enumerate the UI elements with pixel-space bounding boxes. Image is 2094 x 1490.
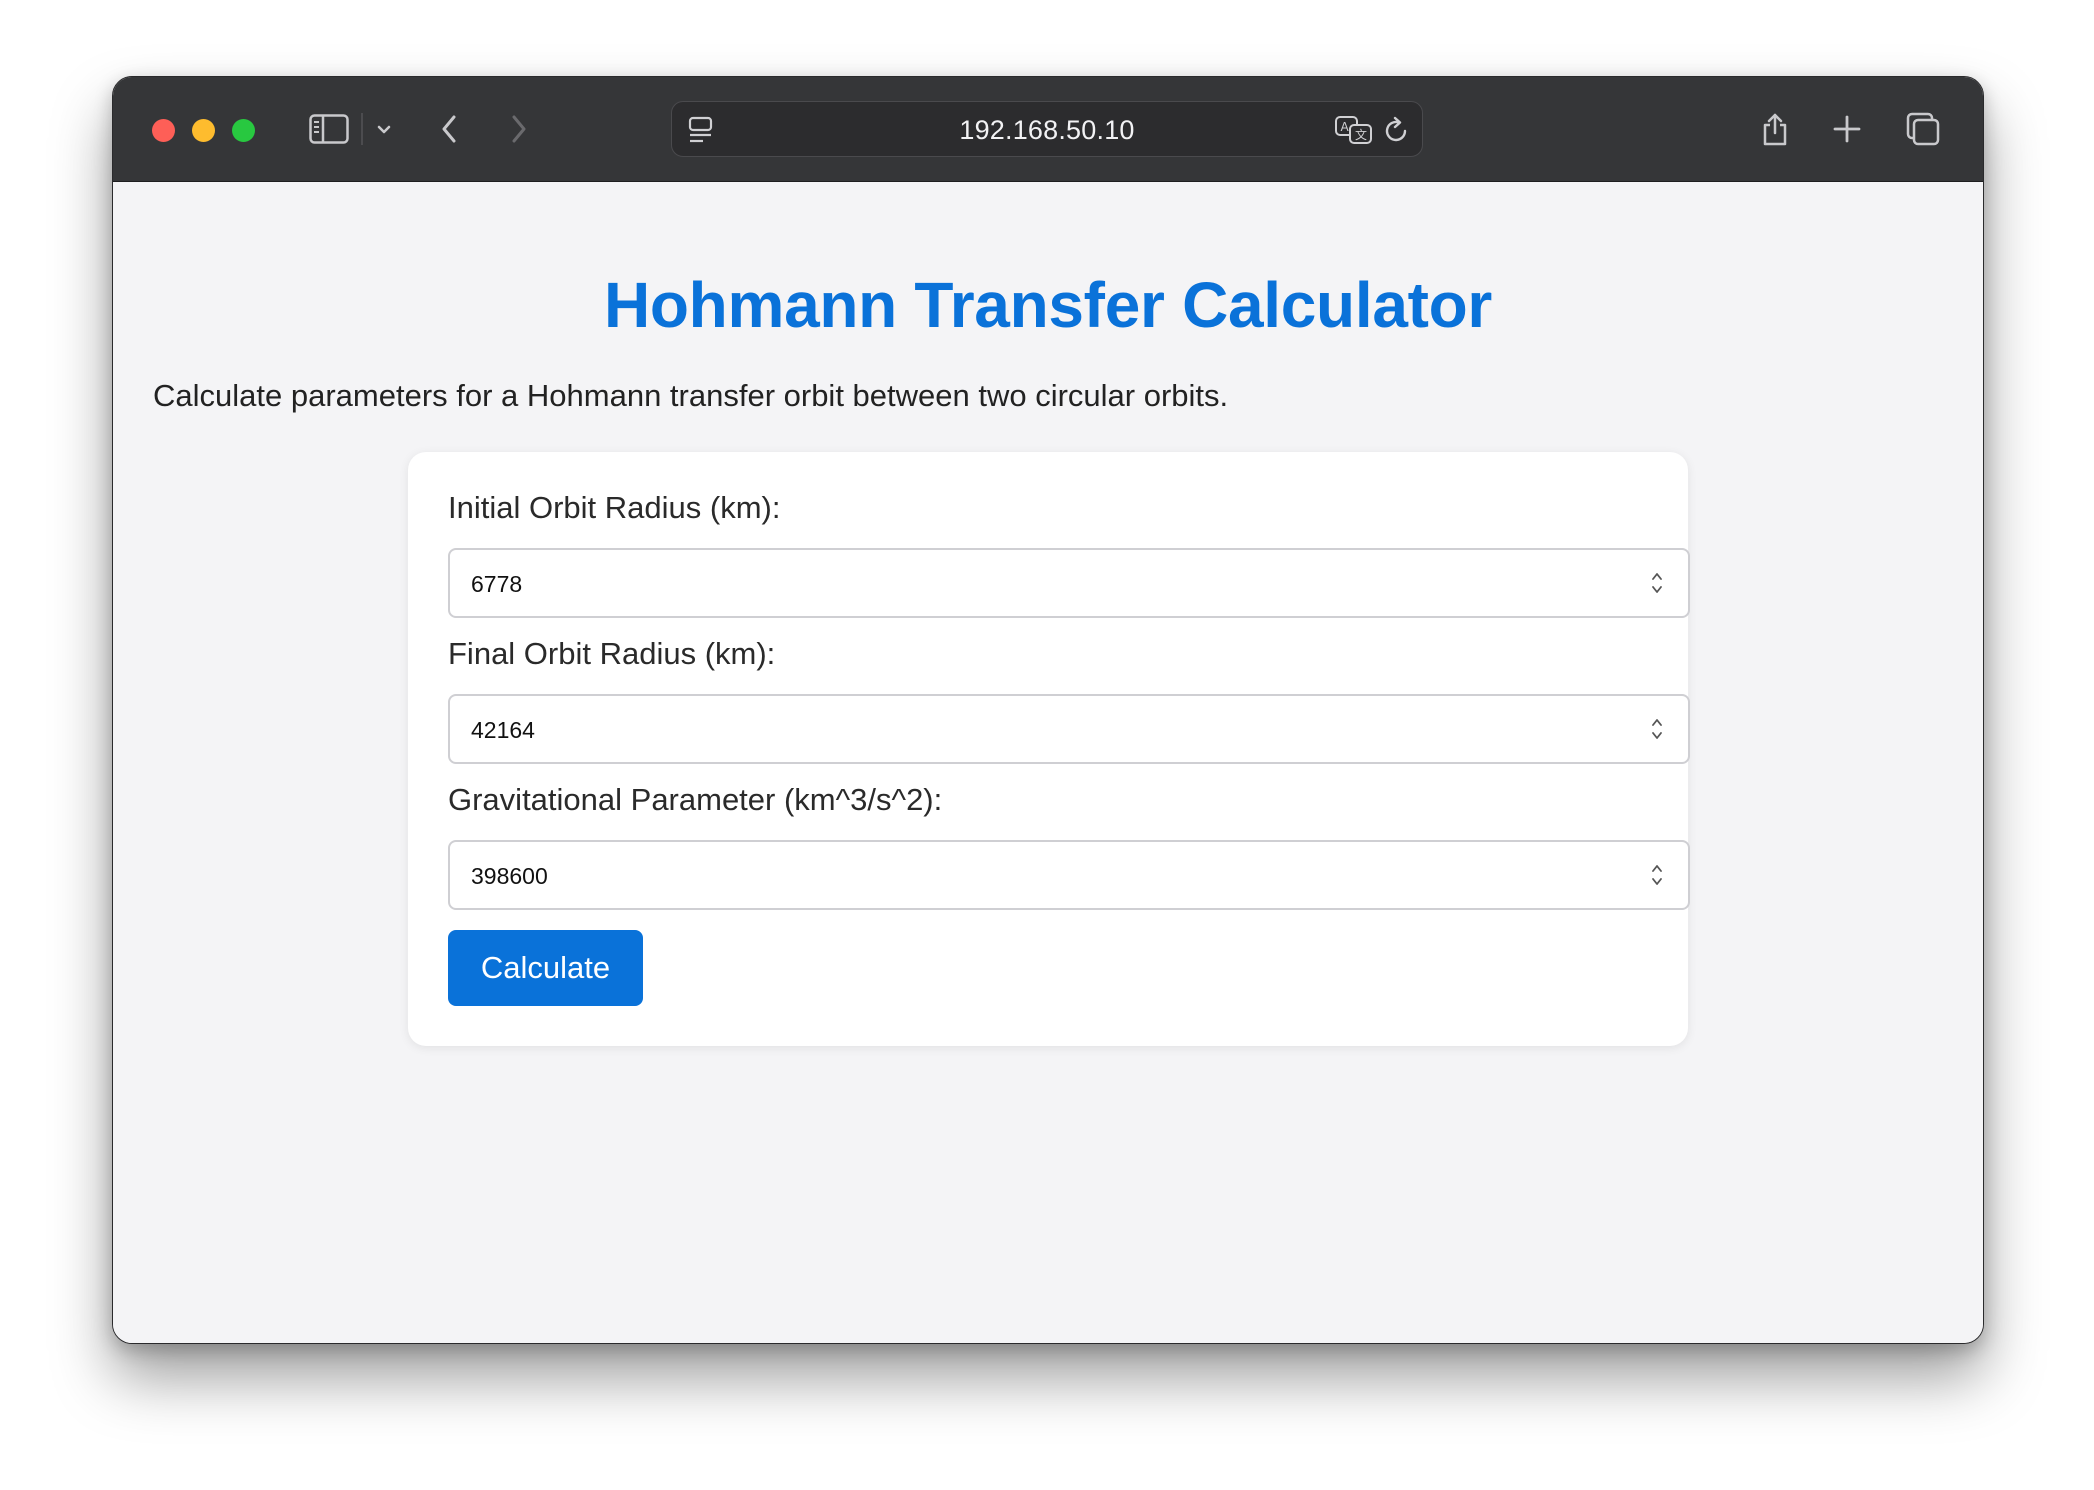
chevron-right-icon[interactable] [501, 109, 537, 149]
address-bar[interactable]: 192.168.50.10 A 文 [671, 101, 1423, 157]
calculator-form-card: Initial Orbit Radius (km): 6778 Final Or… [408, 452, 1690, 1046]
page-description: Calculate parameters for a Hohmann trans… [153, 378, 1229, 413]
zoom-window-button[interactable] [232, 119, 255, 142]
svg-text:A: A [1341, 120, 1350, 134]
url-text[interactable]: 192.168.50.10 [672, 115, 1422, 146]
share-icon[interactable] [1757, 105, 1793, 149]
initial-radius-label: Initial Orbit Radius (km): [448, 490, 781, 525]
browser-window: 192.168.50.10 A 文 Hohmann Transfer Calcu… [112, 76, 1984, 1344]
svg-text:文: 文 [1355, 127, 1367, 142]
stepper-arrows-icon[interactable] [1650, 568, 1664, 598]
final-radius-label: Final Orbit Radius (km): [448, 636, 776, 671]
grav-param-label: Gravitational Parameter (km^3/s^2): [448, 782, 943, 817]
final-radius-value[interactable]: 42164 [471, 717, 535, 744]
minimize-window-button[interactable] [192, 119, 215, 142]
chevron-down-icon[interactable] [369, 115, 399, 145]
stepper-arrows-icon[interactable] [1650, 860, 1664, 890]
calculate-button[interactable]: Calculate [448, 930, 643, 1006]
sidebar-toggle-icon[interactable] [307, 111, 351, 147]
reload-icon[interactable] [1380, 113, 1414, 147]
chevron-left-icon[interactable] [431, 109, 467, 149]
close-window-button[interactable] [152, 119, 175, 142]
page-title: Hohmann Transfer Calculator [603, 269, 1493, 341]
grav-param-input[interactable]: 398600 [448, 840, 1690, 910]
toolbar-divider [361, 113, 363, 145]
translate-icon[interactable]: A 文 [1334, 113, 1374, 147]
browser-toolbar: 192.168.50.10 A 文 [113, 77, 1983, 182]
plus-icon[interactable] [1829, 111, 1865, 147]
initial-radius-value[interactable]: 6778 [471, 571, 522, 598]
stepper-arrows-icon[interactable] [1650, 714, 1664, 744]
grav-param-value[interactable]: 398600 [471, 863, 548, 890]
tabs-overview-icon[interactable] [1903, 109, 1943, 149]
final-radius-input[interactable]: 42164 [448, 694, 1690, 764]
initial-radius-input[interactable]: 6778 [448, 548, 1690, 618]
page-content: Hohmann Transfer Calculator Calculate pa… [113, 182, 1983, 1343]
